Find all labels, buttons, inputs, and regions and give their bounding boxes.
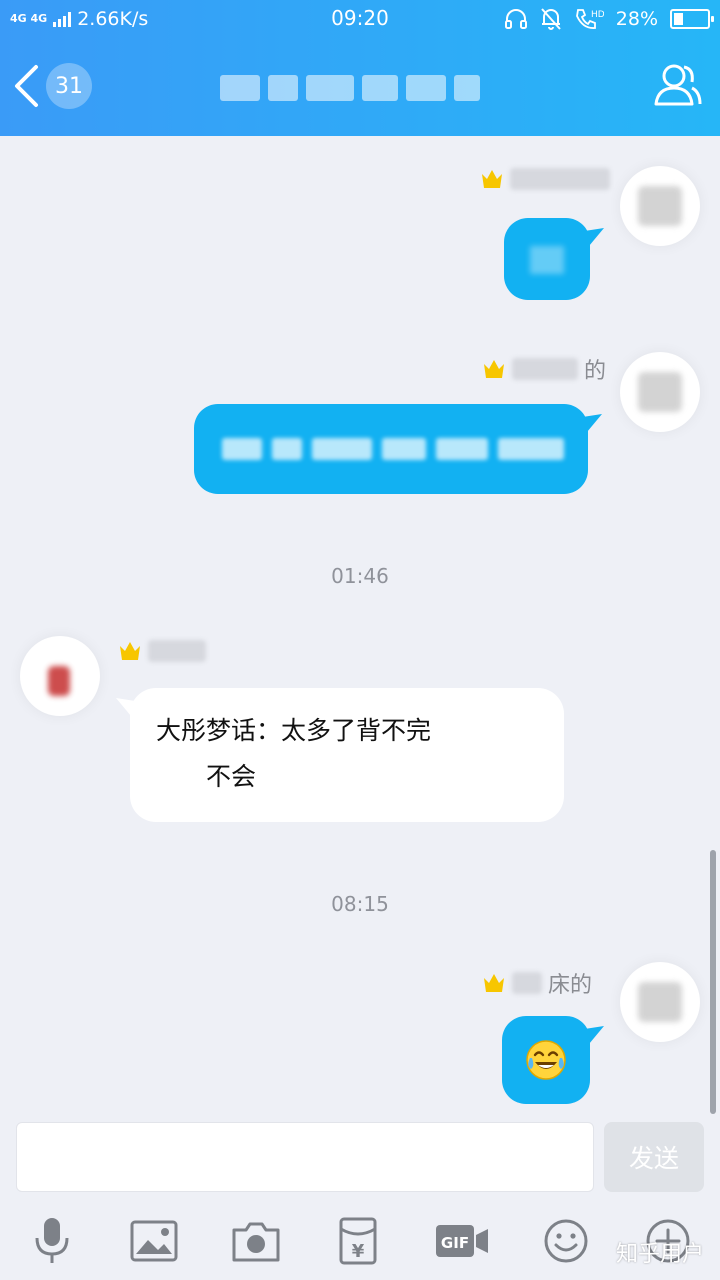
- sender-line: 床的: [482, 968, 592, 998]
- group-profile-button[interactable]: [652, 60, 704, 112]
- message-input[interactable]: [16, 1122, 594, 1192]
- redacted-content: [530, 246, 564, 274]
- gif-label: GIF: [441, 1234, 469, 1252]
- unread-count-badge: 31: [46, 63, 92, 109]
- hd-call-icon: HD: [575, 9, 604, 29]
- microphone-icon: [35, 1218, 69, 1263]
- bubble-tail: [578, 1026, 604, 1050]
- gif-button[interactable]: GIF: [434, 1216, 490, 1266]
- crown-icon: [482, 170, 502, 188]
- message-bubble[interactable]: 😂: [502, 1016, 604, 1104]
- avatar[interactable]: [620, 352, 700, 432]
- image-icon: [130, 1220, 178, 1262]
- timestamp: 01:46: [331, 564, 389, 588]
- sender-line: [118, 636, 206, 666]
- camera-button[interactable]: [230, 1216, 282, 1266]
- yen-label: ¥: [352, 1241, 365, 1262]
- voice-button[interactable]: [26, 1216, 78, 1266]
- red-packet-button[interactable]: ¥: [332, 1216, 384, 1266]
- red-packet-icon: ¥: [339, 1217, 377, 1265]
- watermark: 知乎用户: [615, 1242, 704, 1267]
- group-profile-icon: [654, 64, 702, 106]
- message-text-line: 不会: [206, 762, 257, 791]
- gif-icon: GIF: [436, 1225, 488, 1257]
- sender-line: 的: [482, 354, 606, 384]
- emoji-icon: [544, 1219, 588, 1263]
- sender-name: 床的: [548, 973, 593, 998]
- timestamp: 08:15: [331, 892, 389, 916]
- tears-of-joy-emoji-icon: [526, 1040, 566, 1080]
- scrollbar[interactable]: [710, 850, 716, 1114]
- redacted-text: [222, 438, 564, 460]
- input-toolbar: ¥ GIF 知乎用户: [0, 1198, 720, 1280]
- back-button[interactable]: 31: [12, 56, 92, 116]
- chat-title-redacted: [220, 68, 480, 108]
- crown-icon: [120, 642, 140, 660]
- bubble-tail: [578, 228, 604, 252]
- bubble-tail: [116, 698, 142, 722]
- message-bubble[interactable]: [504, 218, 604, 300]
- avatar[interactable]: [20, 636, 100, 716]
- sender-name-redacted: [510, 168, 610, 190]
- camera-icon: [232, 1222, 280, 1262]
- message-text-line: 大彤梦话：太多了背不完: [156, 716, 432, 745]
- sender-name-redacted: [512, 358, 578, 380]
- chevron-left-icon: [15, 65, 38, 107]
- sender-line: [480, 164, 616, 194]
- headphones-icon: [504, 9, 527, 29]
- bubble-tail: [576, 414, 602, 438]
- message-bubble[interactable]: 大彤梦话：太多了背不完 不会: [116, 688, 564, 822]
- status-right: HD 28%: [504, 5, 714, 33]
- sender-name-redacted: [512, 972, 542, 994]
- crown-icon: [484, 974, 504, 992]
- svg-text:HD: HD: [591, 10, 604, 20]
- chat-message-list[interactable]: 的 01:46 大彤梦话：太多了背不完 不会 08:15 床的: [0, 136, 720, 1118]
- battery-percent: 28%: [615, 8, 658, 30]
- title-bar: 31: [0, 38, 720, 136]
- image-button[interactable]: [128, 1216, 180, 1266]
- sender-name: 的: [584, 359, 607, 384]
- status-bar: 4G 4G 2.66K/s 09:20 HD 28%: [0, 0, 720, 38]
- emoji-button[interactable]: [540, 1216, 592, 1266]
- sender-name-redacted: [148, 640, 206, 662]
- mute-bell-icon: [541, 8, 561, 30]
- input-row: 发送: [0, 1118, 720, 1198]
- battery-level: [674, 13, 683, 25]
- avatar[interactable]: [620, 962, 700, 1042]
- message-bubble[interactable]: [194, 404, 602, 494]
- battery-icon: [670, 9, 714, 29]
- send-button[interactable]: 发送: [604, 1122, 704, 1192]
- chat-header: 4G 4G 2.66K/s 09:20 HD 28% 31: [0, 0, 720, 136]
- crown-icon: [484, 360, 504, 378]
- avatar[interactable]: [620, 166, 700, 246]
